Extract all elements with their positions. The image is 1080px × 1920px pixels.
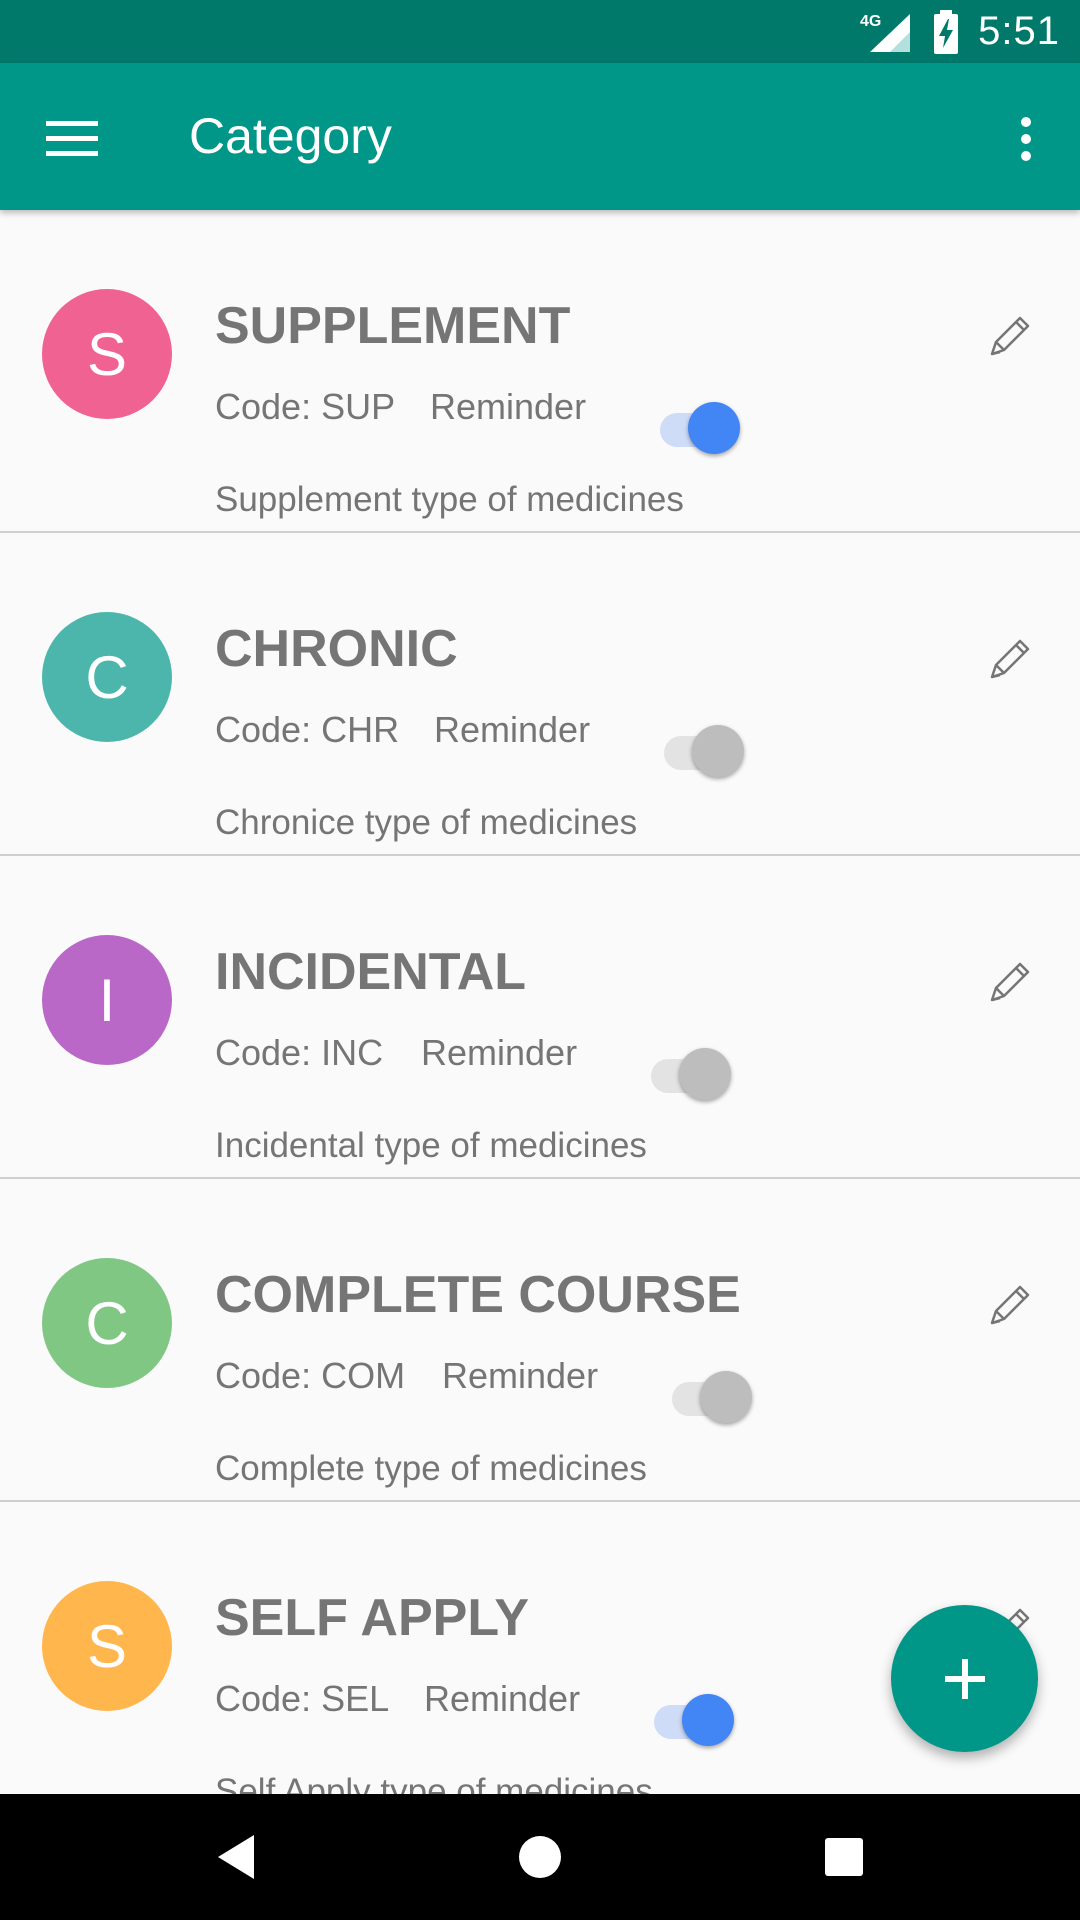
toggle-thumb <box>688 402 740 454</box>
hamburger-menu-icon <box>46 121 98 156</box>
add-category-button[interactable] <box>891 1605 1038 1752</box>
recents-button[interactable] <box>804 1817 884 1897</box>
category-description: Supplement type of medicines <box>215 480 684 519</box>
category-list: S SUPPLEMENT Code: SUP Reminder Suppleme… <box>0 210 1080 1794</box>
recents-square-icon <box>825 1838 863 1876</box>
battery-charging-icon <box>934 9 959 54</box>
avatar: C <box>42 1258 172 1388</box>
page-title: Category <box>189 108 392 164</box>
toggle-thumb <box>679 1048 731 1100</box>
pencil-icon <box>990 962 1030 1002</box>
category-description: Complete type of medicines <box>215 1449 647 1488</box>
category-code: Code: SUP <box>215 386 396 427</box>
avatar: I <box>42 935 172 1065</box>
toggle-thumb <box>700 1371 752 1423</box>
pencil-icon <box>990 639 1030 679</box>
edit-button[interactable] <box>980 1275 1040 1335</box>
category-description: Chronice type of medicines <box>215 803 638 842</box>
app-bar: Category <box>0 63 1080 210</box>
add-icon <box>944 1658 985 1699</box>
home-button[interactable] <box>500 1817 580 1897</box>
edit-button[interactable] <box>980 629 1040 689</box>
category-description: Incidental type of medicines <box>215 1126 647 1165</box>
overflow-menu-button[interactable] <box>990 103 1062 175</box>
category-row[interactable]: S SUPPLEMENT Code: SUP Reminder Suppleme… <box>0 210 1080 533</box>
category-code: Code: INC <box>215 1032 384 1073</box>
category-row[interactable]: I INCIDENTAL Code: INC Reminder Incident… <box>0 856 1080 1179</box>
reminder-label: Reminder <box>421 1032 578 1073</box>
edit-button[interactable] <box>980 306 1040 366</box>
reminder-label: Reminder <box>442 1355 599 1396</box>
clock: 5:51 <box>978 9 1060 53</box>
reminder-toggle[interactable] <box>660 719 746 779</box>
navigation-bar <box>0 1794 1080 1920</box>
category-row[interactable]: C COMPLETE COURSE Code: COM Reminder Com… <box>0 1179 1080 1502</box>
category-code: Code: CHR <box>215 709 400 750</box>
category-name: CHRONIC <box>215 620 458 678</box>
category-name: INCIDENTAL <box>215 943 527 1001</box>
reminder-label: Reminder <box>434 709 591 750</box>
signal-4g-icon: 4G <box>860 13 911 52</box>
pencil-icon <box>990 1285 1030 1325</box>
avatar: S <box>42 1581 172 1711</box>
toggle-thumb <box>682 1694 734 1746</box>
back-triangle-icon <box>218 1835 254 1879</box>
home-circle-icon <box>519 1836 561 1878</box>
category-code: Code: SEL <box>215 1678 390 1719</box>
avatar: S <box>42 289 172 419</box>
reminder-toggle[interactable] <box>647 1042 733 1102</box>
reminder-label: Reminder <box>430 386 587 427</box>
category-name: SUPPLEMENT <box>215 297 571 355</box>
category-name: COMPLETE COURSE <box>215 1266 741 1324</box>
reminder-label: Reminder <box>424 1678 581 1719</box>
status-bar: 4G 5:51 <box>0 0 1080 63</box>
back-button[interactable] <box>196 1817 276 1897</box>
network-type-label: 4G <box>860 13 881 30</box>
reminder-toggle[interactable] <box>650 1688 736 1748</box>
reminder-toggle[interactable] <box>656 396 742 456</box>
category-name: SELF APPLY <box>215 1589 530 1647</box>
pencil-icon <box>990 316 1030 356</box>
status-icons: 4G 5:51 <box>860 0 1060 63</box>
reminder-toggle[interactable] <box>668 1365 754 1425</box>
toggle-thumb <box>692 725 744 777</box>
more-vert-icon <box>1021 117 1031 161</box>
edit-button[interactable] <box>980 952 1040 1012</box>
category-description: Self Apply type of medicines <box>215 1772 653 1794</box>
category-code: Code: COM <box>215 1355 406 1396</box>
avatar: C <box>42 612 172 742</box>
category-row[interactable]: C CHRONIC Code: CHR Reminder Chronice ty… <box>0 533 1080 856</box>
menu-button[interactable] <box>36 103 108 175</box>
